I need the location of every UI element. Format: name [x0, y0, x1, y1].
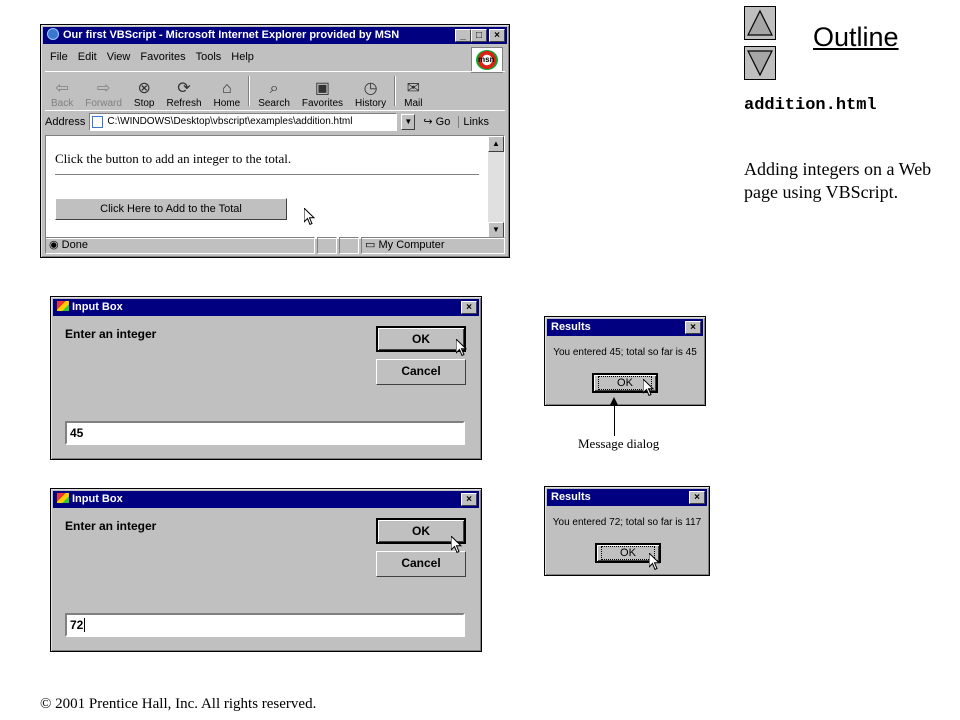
go-arrow-icon: ↪ [423, 116, 433, 128]
forward-arrow-icon: ⇨ [96, 80, 111, 97]
dialog-title: Input Box [72, 493, 123, 505]
browser-window: Our first VBScript - Microsoft Internet … [40, 24, 510, 258]
scroll-down-icon[interactable]: ▼ [488, 222, 504, 238]
scroll-up-icon[interactable]: ▲ [488, 136, 504, 152]
search-icon: ⌕ [269, 80, 279, 97]
dialog-title: Results [551, 491, 591, 503]
vbscript-icon [57, 301, 69, 311]
mail-button[interactable]: ✉ Mail [398, 73, 428, 109]
zone-pane: ▭ My Computer [361, 237, 505, 254]
toolbar-separator [394, 76, 397, 106]
search-button[interactable]: ⌕ Search [252, 73, 296, 109]
menu-view[interactable]: View [102, 51, 136, 63]
menu-file[interactable]: File [45, 51, 73, 63]
close-button[interactable]: × [685, 321, 701, 334]
close-button[interactable]: × [461, 493, 477, 506]
input-box-dialog: Input Box × Enter an integer OK Cancel 7… [50, 488, 482, 652]
results-message-dialog: Results × You entered 72; total so far i… [544, 486, 710, 576]
ok-button[interactable]: OK [376, 326, 466, 352]
previous-slide-button[interactable] [744, 6, 776, 40]
input-prompt: Enter an integer [65, 327, 157, 341]
triangle-up-icon [747, 9, 773, 36]
address-bar: Address C:\WINDOWS\Desktop\vbscript\exam… [45, 110, 505, 132]
outline-link[interactable]: Outline [813, 22, 899, 53]
copyright-notice: © 2001 Prentice Hall, Inc. All rights re… [40, 696, 317, 712]
cancel-button[interactable]: Cancel [376, 359, 466, 385]
file-name: addition.html [744, 96, 877, 115]
status-pane [339, 237, 359, 254]
page-icon [92, 115, 104, 128]
refresh-button[interactable]: ⟳ Refresh [161, 73, 208, 109]
stop-icon: ⊗ [137, 80, 151, 97]
refresh-icon: ⟳ [177, 80, 191, 97]
page-content: Click the button to add an integer to th… [45, 135, 505, 239]
dialog-title-bar: Results × [547, 489, 707, 506]
input-prompt: Enter an integer [65, 519, 157, 533]
computer-icon: ▭ [365, 239, 376, 251]
menu-help[interactable]: Help [226, 51, 259, 63]
close-button[interactable]: × [689, 491, 705, 504]
browser-title: Our first VBScript - Microsoft Internet … [63, 29, 400, 41]
menu-tools[interactable]: Tools [191, 51, 227, 63]
status-text-pane: ◉ Done [45, 237, 315, 254]
menu-edit[interactable]: Edit [73, 51, 102, 63]
horizontal-rule [55, 174, 479, 176]
slide-description: Adding integers on a Web page using VBSc… [744, 159, 932, 202]
browser-title-bar: Our first VBScript - Microsoft Internet … [43, 27, 507, 44]
msn-logo: msn [471, 47, 503, 73]
favorites-folder-icon: ▣ [314, 80, 331, 97]
menu-favorites[interactable]: Favorites [135, 51, 190, 63]
text-caret [84, 618, 86, 632]
integer-input[interactable]: 45 [65, 421, 465, 445]
home-icon: ⌂ [222, 80, 232, 97]
history-icon: ◷ [363, 80, 378, 97]
result-message: You entered 45; total so far is 45 [553, 347, 697, 358]
status-pane [317, 237, 337, 254]
mail-icon: ✉ [406, 80, 421, 97]
vertical-scrollbar[interactable]: ▲ ▼ [488, 136, 504, 238]
forward-button[interactable]: ⇨ Forward [79, 73, 128, 109]
integer-input[interactable]: 72 [65, 613, 465, 637]
dialog-title-bar: Input Box × [53, 299, 479, 316]
ie-icon [47, 28, 59, 40]
results-message-dialog: Results × You entered 45; total so far i… [544, 316, 706, 406]
message-dialog-label: Message dialog [578, 436, 660, 451]
status-bar: ◉ Done ▭ My Computer [45, 237, 505, 254]
result-message: You entered 72; total so far is 117 [552, 517, 702, 528]
address-label: Address [45, 115, 86, 128]
dialog-title: Input Box [72, 301, 123, 313]
history-button[interactable]: ◷ History [349, 73, 392, 109]
status-ie-icon: ◉ [49, 239, 59, 251]
cancel-button[interactable]: Cancel [376, 551, 466, 577]
close-button[interactable]: × [461, 301, 477, 314]
go-button[interactable]: ↪ Go [419, 115, 454, 128]
maximize-button[interactable]: □ [471, 29, 487, 42]
dialog-title-bar: Input Box × [53, 491, 479, 508]
links-button[interactable]: Links [458, 115, 489, 128]
favorites-button[interactable]: ▣ Favorites [296, 73, 349, 109]
menu-bar: File Edit View Favorites Tools Help [45, 47, 467, 67]
close-button[interactable]: × [489, 29, 505, 42]
stop-button[interactable]: ⊗ Stop [128, 73, 161, 109]
next-slide-button[interactable] [744, 46, 776, 80]
triangle-down-icon [747, 50, 773, 77]
add-to-total-button[interactable]: Click Here to Add to the Total [55, 198, 287, 220]
dialog-title-bar: Results × [547, 319, 703, 336]
annotation-line [614, 400, 615, 436]
home-button[interactable]: ⌂ Home [208, 73, 247, 109]
toolbar-separator [248, 76, 251, 106]
browser-toolbar: ⇦ Back ⇨ Forward ⊗ Stop ⟳ Refresh ⌂ Home ⌕ Sea… [45, 71, 505, 109]
address-dropdown-icon[interactable]: ▼ [401, 113, 416, 130]
page-instruction: Click the button to add an integer to th… [55, 151, 292, 166]
minimize-button[interactable]: _ [455, 29, 471, 42]
back-button[interactable]: ⇦ Back [45, 73, 79, 109]
input-box-dialog: Input Box × Enter an integer OK Cancel 4… [50, 296, 482, 460]
vbscript-icon [57, 493, 69, 503]
address-input[interactable]: C:\WINDOWS\Desktop\vbscript\examples\add… [89, 112, 398, 131]
back-arrow-icon: ⇦ [55, 80, 69, 97]
dialog-title: Results [551, 321, 591, 333]
